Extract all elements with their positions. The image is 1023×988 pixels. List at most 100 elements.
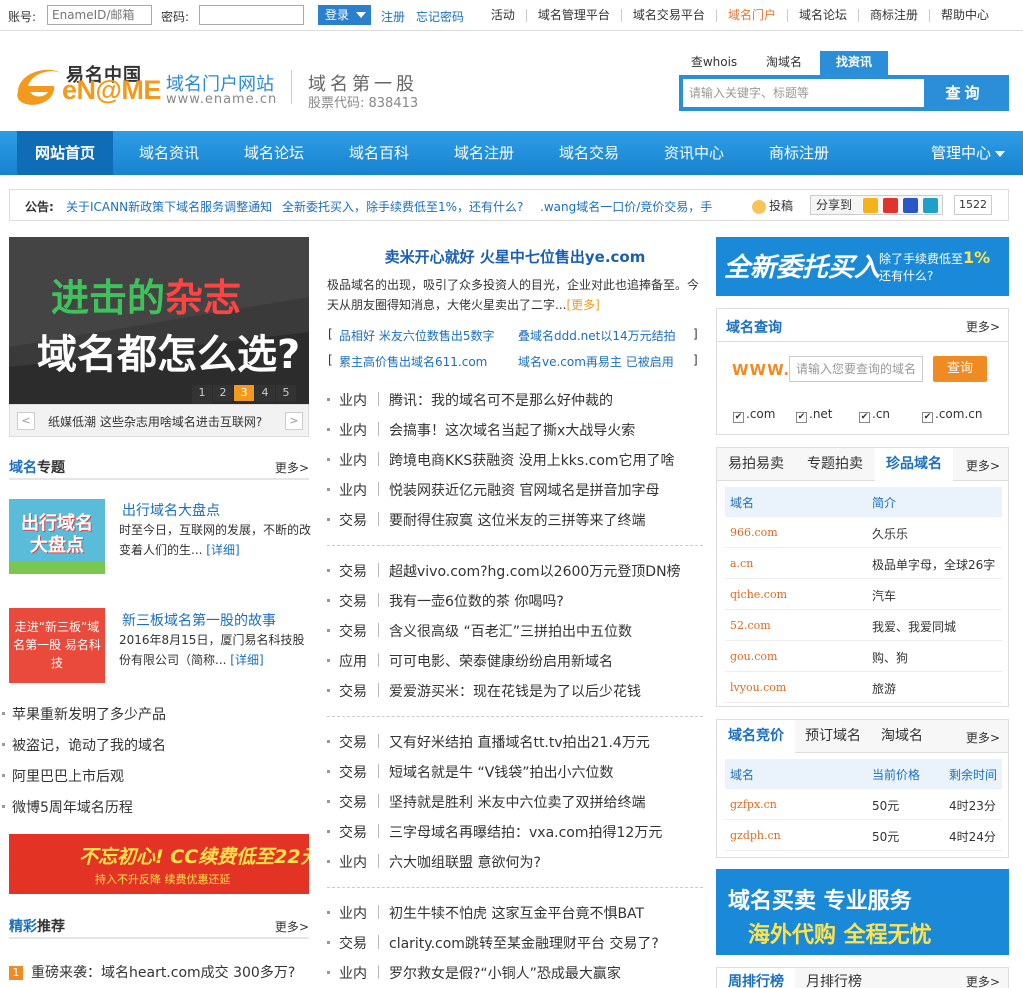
table-row[interactable]: a.cn 极品单字母，全球26字	[725, 548, 1002, 579]
list-item[interactable]: 阿里巴巴上市后观	[2, 766, 124, 786]
list-item[interactable]: 被盗记，诡动了我的域名	[2, 735, 166, 755]
list-item[interactable]: 微博5周年域名历程	[2, 797, 133, 817]
tab-domain-bidding[interactable]: 域名竞价	[717, 720, 795, 753]
headline-more-link[interactable]: [更多]	[566, 298, 599, 312]
table-row[interactable]: qiche.com 汽车	[725, 579, 1002, 610]
market-more-link[interactable]: 更多>	[966, 457, 1000, 474]
headline-title[interactable]: 卖米开心就好 火星中七位售出ye.com	[327, 246, 703, 267]
nav-domain-register[interactable]: 域名注册	[440, 131, 528, 175]
slide-dot[interactable]: 4	[255, 385, 275, 401]
news-title: 三字母域名再曝结拍：vxa.com拍得12万元	[389, 825, 663, 841]
recommend-item[interactable]: 1 重磅来袭：域名heart.com成交 300多万?	[9, 962, 295, 982]
topnav-domain-forum[interactable]: 域名论坛	[786, 9, 858, 22]
tencent-icon[interactable]	[923, 198, 938, 213]
domain-query-input[interactable]: 请输入您要查询的域名	[789, 356, 923, 382]
recommend-more-link[interactable]: 更多>	[275, 918, 309, 935]
table-row[interactable]: gzdph.cn 50元 4时24分	[725, 820, 1002, 851]
rank-number: 1	[9, 966, 23, 980]
auction-more-link[interactable]: 更多>	[966, 729, 1000, 746]
slide-dot[interactable]: 5	[276, 385, 296, 401]
chevron-left-icon[interactable]: <	[17, 412, 35, 430]
domain-query-more-link[interactable]: 更多>	[966, 318, 1000, 335]
register-link[interactable]: 注册	[381, 8, 405, 25]
login-button[interactable]: 登录	[318, 5, 371, 25]
table-row[interactable]: 966.com 久乐乐	[725, 517, 1002, 548]
notice-item[interactable]: 关于ICANN新政策下域名服务调整通知	[66, 198, 272, 215]
more-label: 更多	[965, 731, 990, 745]
table-row[interactable]: gou.com 购、狗	[725, 641, 1002, 672]
rank-more-link[interactable]: 更多>	[966, 973, 1000, 988]
cc-renewal-ad[interactable]: 不忘初心! CC续费低至22元 持入不升反降 续费优惠还延	[9, 834, 309, 894]
qzone-icon[interactable]	[863, 198, 878, 213]
baidu-icon[interactable]	[903, 198, 918, 213]
notice-item[interactable]: .wang域名一口价/竞价交易，手	[540, 198, 712, 215]
topnav-activity[interactable]: 活动	[480, 9, 526, 22]
password-input[interactable]	[199, 5, 304, 25]
nav-trademark[interactable]: 商标注册	[755, 131, 843, 175]
notice-bar: 公告: 关于ICANN新政策下域名服务调整通知 全新委托买入，除手续费低至1%，…	[9, 189, 1009, 221]
domain-query-button[interactable]: 查询	[933, 356, 987, 382]
tab-weekly-rank[interactable]: 周排行榜	[717, 968, 795, 988]
quick-link[interactable]: 累主高价售出域名611.com	[339, 353, 487, 370]
weibo-icon[interactable]	[883, 198, 898, 213]
nav-domain-news[interactable]: 域名资讯	[125, 131, 213, 175]
search-input[interactable]: 请输入关键字、标题等	[683, 79, 924, 107]
tld-checkbox[interactable]: ✔ .net	[796, 407, 833, 423]
topnav-help[interactable]: 帮助中心	[928, 9, 1000, 22]
chevron-right-icon[interactable]: >	[285, 412, 303, 430]
slide-dot[interactable]: 2	[213, 385, 233, 401]
slide-dot[interactable]: 1	[192, 385, 212, 401]
tab-auction-sale[interactable]: 易拍易卖	[717, 448, 795, 481]
nav-domain-forum[interactable]: 域名论坛	[230, 131, 318, 175]
tld-checkbox[interactable]: ✔ .com.cn	[922, 407, 982, 423]
divider	[378, 794, 379, 808]
nav-domain-trade[interactable]: 域名交易	[545, 131, 633, 175]
forgot-password-link[interactable]: 忘记密码	[416, 8, 464, 25]
topnav-trademark[interactable]: 商标注册	[857, 9, 929, 22]
banner-caption[interactable]: 纸媒低潮 这些杂志用啥域名进击互联网?	[48, 413, 262, 430]
domain-service-ad[interactable]: 域名买卖 专业服务 海外代购 全程无忧	[716, 869, 1009, 955]
topnav-domain-manage[interactable]: 域名管理平台	[525, 9, 621, 22]
contribute-link[interactable]: 投稿	[752, 197, 793, 214]
topics-more-link[interactable]: 更多>	[275, 459, 309, 476]
tab-tao-domain[interactable]: 淘域名	[871, 720, 933, 753]
tab-monthly-rank[interactable]: 月排行榜	[795, 968, 873, 988]
featured-banner[interactable]: 进击的杂志 域名都怎么选? 123456	[9, 237, 309, 404]
divider	[378, 392, 379, 406]
nav-info-center[interactable]: 资讯中心	[650, 131, 738, 175]
topic-thumbnail[interactable]: 走进“新三板”域名第一股 易名科技	[9, 608, 105, 683]
quick-link[interactable]: 品相好 米友六位数售出5数字	[339, 327, 494, 344]
table-row[interactable]: gzfpx.cn 50元 4时23分	[725, 789, 1002, 820]
headline-desc: 极品域名的出现，吸引了众多投资人的目光，企业对此也追捧备至。今天从朋友圈得知消息…	[327, 275, 703, 315]
tab-special-auction[interactable]: 专题拍卖	[795, 448, 875, 481]
tld-checkbox[interactable]: ✔ .com	[733, 407, 775, 423]
topnav-domain-portal[interactable]: 域名门户	[715, 9, 787, 22]
topnav-domain-trade[interactable]: 域名交易平台	[620, 9, 716, 22]
tld-checkbox[interactable]: ✔ .cn	[859, 407, 890, 423]
tab-reserve-domain[interactable]: 预订域名	[795, 720, 871, 753]
nav-home[interactable]: 网站首页	[17, 131, 113, 175]
search-button[interactable]: 查询	[924, 79, 1005, 107]
quick-link[interactable]: 叠域名ddd.net以14万元结拍	[518, 327, 676, 344]
search-tab-tao[interactable]: 淘域名	[756, 51, 812, 75]
topic-detail-link[interactable]: [详细]	[230, 653, 263, 667]
management-center-menu[interactable]: 管理中心	[931, 131, 1005, 175]
account-input[interactable]	[47, 5, 152, 25]
topic-detail-link[interactable]: [详细]	[206, 543, 239, 557]
top-nav: 活动 域名管理平台 域名交易平台 域名门户 域名论坛 商标注册 帮助中心	[480, 8, 1000, 22]
search-tab-whois[interactable]: 查whois	[687, 51, 741, 75]
topic-thumbnail[interactable]: 出行域名大盘点	[9, 499, 105, 574]
search-box: 请输入关键字、标题等 查询	[679, 75, 1009, 111]
table-row[interactable]: 52.com 我爱、我爱同城	[725, 610, 1002, 641]
topic-title[interactable]: 新三板域名第一股的故事	[122, 610, 276, 630]
table-row[interactable]: lvyou.com 旅游	[725, 672, 1002, 703]
tab-premium-domains[interactable]: 珍品域名	[875, 448, 953, 481]
notice-item[interactable]: 全新委托买入，除手续费低至1%，还有什么?	[282, 198, 523, 215]
search-tab-news[interactable]: 找资讯	[820, 51, 888, 75]
topic-title[interactable]: 出行域名大盘点	[122, 500, 220, 520]
nav-domain-wiki[interactable]: 域名百科	[335, 131, 423, 175]
slide-dot-active[interactable]: 3	[234, 385, 254, 401]
commission-buy-ad[interactable]: 全新委托买入 除了手续费低至1% 还有什么?	[716, 237, 1009, 296]
quick-link[interactable]: 域名ve.com再易主 已被启用	[518, 353, 674, 370]
list-item[interactable]: 苹果重新发明了多少产品	[2, 704, 166, 724]
